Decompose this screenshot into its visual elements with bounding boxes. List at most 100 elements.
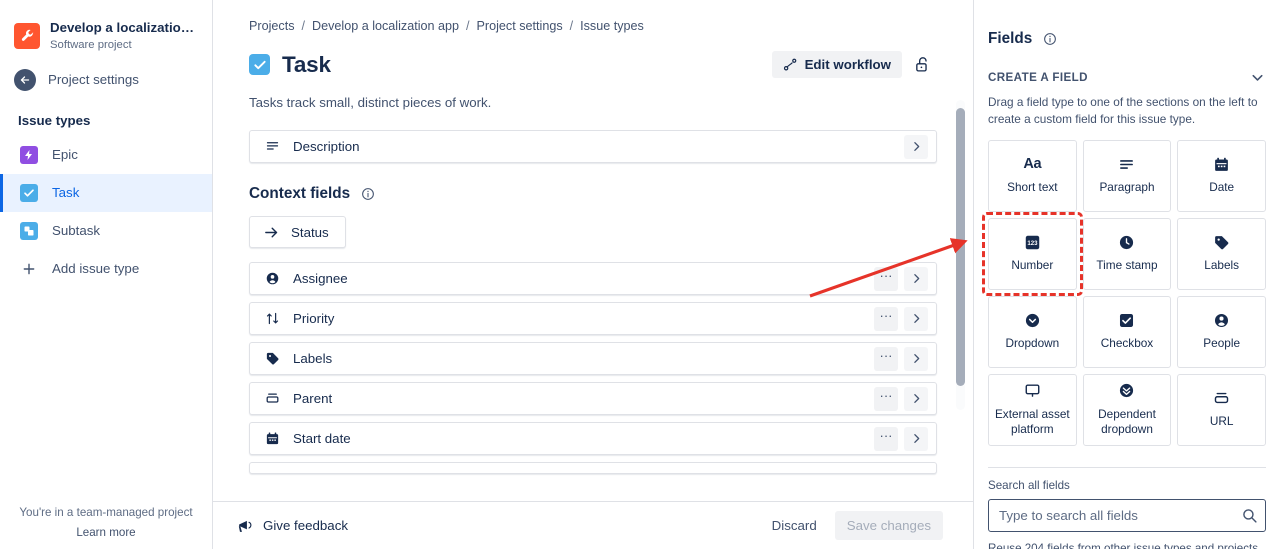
more-options-button[interactable]: ··· <box>874 346 898 371</box>
chevron-right-icon <box>910 352 923 365</box>
field-type-tile-external-asset-platform[interactable]: External asset platform <box>988 373 1077 446</box>
chevron-right-icon-button[interactable] <box>904 346 928 371</box>
more-options-button[interactable]: ··· <box>874 266 898 291</box>
person-icon <box>1213 311 1230 329</box>
megaphone-icon <box>237 517 254 534</box>
sidebar-item-subtask[interactable]: Subtask <box>0 212 212 250</box>
field-type-tile-checkbox[interactable]: Checkbox <box>1082 295 1172 368</box>
field-type-tile-time-stamp[interactable]: Time stamp <box>1082 217 1172 290</box>
field-type-tile-dependent-dropdown[interactable]: Dependent dropdown <box>1082 373 1172 446</box>
unlock-icon-button[interactable] <box>908 49 937 80</box>
sidebar-item-epic[interactable]: Epic <box>0 136 212 174</box>
fields-panel: Fields CREATE A FIELD Drag a field type … <box>973 0 1280 549</box>
field-row-labels[interactable]: Labels ··· <box>249 342 937 375</box>
field-type-tile-dropdown[interactable]: Dropdown <box>988 295 1077 368</box>
tile-label: Time stamp <box>1096 258 1158 273</box>
chevron-right-icon-button[interactable] <box>904 386 928 411</box>
field-row-priority[interactable]: Priority ··· <box>249 302 937 335</box>
chevron-right-icon-button[interactable] <box>904 266 928 291</box>
chevron-right-icon-button[interactable] <box>904 426 928 451</box>
task-check-icon <box>249 54 270 75</box>
field-row-partial[interactable] <box>249 462 937 474</box>
field-row-description[interactable]: Description <box>249 130 937 163</box>
breadcrumb-item-project[interactable]: Develop a localization app <box>312 19 459 33</box>
back-label: Project settings <box>48 72 139 88</box>
learn-more-link[interactable]: Learn more <box>0 526 212 539</box>
paragraph-icon <box>264 138 281 155</box>
sidebar-footer: You're in a team-managed project Learn m… <box>0 506 212 539</box>
save-changes-button[interactable]: Save changes <box>834 511 943 540</box>
more-options-button[interactable]: ··· <box>874 386 898 411</box>
fields-panel-title: Fields <box>988 30 1033 47</box>
info-icon[interactable] <box>1043 32 1057 46</box>
status-field-chip[interactable]: Status <box>249 216 346 248</box>
edit-workflow-label: Edit workflow <box>804 57 891 72</box>
tile-label: Number <box>1011 258 1054 273</box>
tile-label: Labels <box>1204 258 1240 273</box>
field-label: Parent <box>293 391 333 406</box>
fields-panel-header: Fields <box>988 0 1266 48</box>
search-all-fields-wrapper <box>988 498 1266 532</box>
search-all-fields-label: Search all fields <box>988 478 1070 492</box>
edit-workflow-button[interactable]: Edit workflow <box>771 51 902 78</box>
field-type-tile-paragraph[interactable]: Paragraph <box>1082 139 1172 212</box>
project-header[interactable]: Develop a localization ... Software proj… <box>0 0 212 63</box>
bottom-action-bar: Give feedback Discard Save changes <box>213 501 973 549</box>
search-icon-button[interactable] <box>1241 507 1258 524</box>
field-row-assignee[interactable]: Assignee ··· <box>249 262 937 295</box>
page-title: Task <box>282 51 331 77</box>
unlock-icon <box>914 55 931 74</box>
person-icon <box>264 270 281 287</box>
breadcrumb-item-issue-types[interactable]: Issue types <box>580 19 644 33</box>
breadcrumb-item-projects[interactable]: Projects <box>249 19 295 33</box>
create-a-field-section-toggle[interactable]: CREATE A FIELD <box>988 69 1266 86</box>
svg-text:123: 123 <box>1027 240 1038 247</box>
chevron-right-icon-button[interactable] <box>904 306 928 331</box>
field-type-tile-people[interactable]: People <box>1177 295 1266 368</box>
chevron-right-icon <box>910 432 923 445</box>
search-all-fields-input[interactable] <box>988 498 1266 532</box>
chevron-right-icon-button[interactable] <box>904 134 928 159</box>
field-label: Assignee <box>293 271 348 286</box>
field-row-parent[interactable]: Parent ··· <box>249 382 937 415</box>
field-label: Labels <box>293 351 333 366</box>
page-title-row: Task Edit workflow <box>249 49 937 80</box>
more-options-button[interactable]: ··· <box>874 306 898 331</box>
tile-label: Date <box>1209 180 1235 195</box>
main-inner: Projects / Develop a localization app / … <box>213 0 973 474</box>
field-type-tile-grid: Aa Short text Paragraph Date 123 Number … <box>982 139 1266 446</box>
sidebar-item-add-issue-type[interactable]: Add issue type <box>0 250 212 288</box>
field-type-tile-date[interactable]: Date <box>1177 139 1266 212</box>
field-row-start-date[interactable]: Start date ··· <box>249 422 937 455</box>
breadcrumb-separator: / <box>466 19 470 33</box>
context-fields-header: Context fields <box>249 185 937 203</box>
more-options-button[interactable]: ··· <box>874 426 898 451</box>
back-to-project-settings[interactable]: Project settings <box>0 63 212 105</box>
field-type-tile-number[interactable]: 123 Number <box>982 211 1083 296</box>
discard-button[interactable]: Discard <box>762 512 827 539</box>
priority-arrows-icon <box>264 310 281 327</box>
give-feedback-button[interactable]: Give feedback <box>237 517 348 534</box>
arrow-left-icon <box>14 68 36 91</box>
calendar-icon <box>264 430 281 447</box>
tile-label: Paragraph <box>1099 180 1155 195</box>
paragraph-icon <box>1118 155 1135 173</box>
breadcrumb: Projects / Develop a localization app / … <box>249 0 937 33</box>
field-type-tile-url[interactable]: URL <box>1177 373 1266 446</box>
sidebar-item-label: Epic <box>52 147 78 163</box>
project-name: Develop a localization ... <box>50 20 198 35</box>
info-icon[interactable] <box>361 187 375 201</box>
tile-label: Checkbox <box>1100 336 1154 351</box>
double-chevron-down-icon <box>1118 382 1135 400</box>
sidebar-item-label: Subtask <box>52 223 101 239</box>
breadcrumb-item-project-settings[interactable]: Project settings <box>477 19 563 33</box>
field-type-tile-short-text[interactable]: Aa Short text <box>988 139 1077 212</box>
tile-label: People <box>1203 336 1241 351</box>
breadcrumb-separator: / <box>569 19 574 33</box>
link-bar-icon <box>1213 389 1230 407</box>
sidebar-item-task[interactable]: Task <box>0 173 212 212</box>
create-a-field-label: CREATE A FIELD <box>988 71 1088 84</box>
main-scrollbar-thumb[interactable] <box>956 108 965 386</box>
chevron-right-icon <box>910 272 923 285</box>
field-type-tile-labels[interactable]: Labels <box>1177 217 1266 290</box>
